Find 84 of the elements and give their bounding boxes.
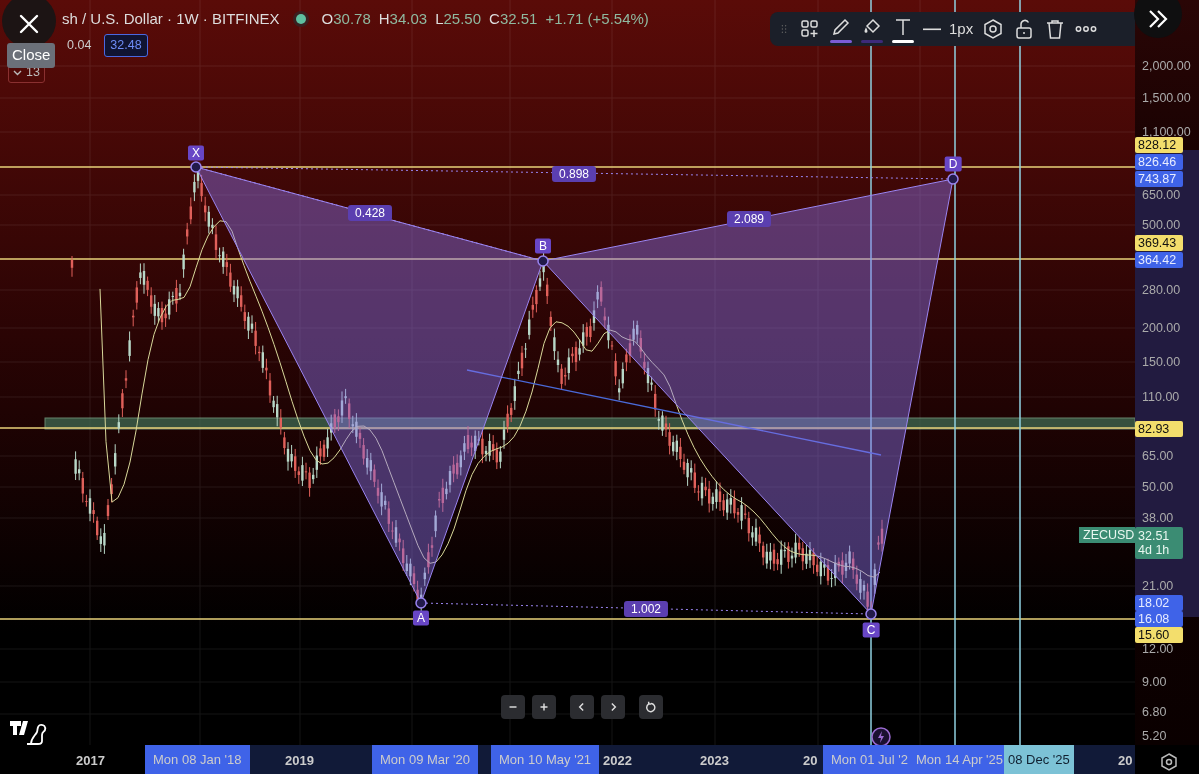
zoom-out-button[interactable]	[501, 695, 525, 719]
settings-icon[interactable]	[1159, 752, 1179, 772]
vertical-line[interactable]	[954, 0, 956, 745]
reset-button[interactable]	[639, 695, 663, 719]
time-tag: Mon 10 May '21	[491, 745, 600, 774]
price-tag: 82.93	[1135, 421, 1183, 437]
price-tag: 32.51 4d 1h	[1135, 527, 1183, 559]
more-icon	[1075, 26, 1098, 32]
ohlc-value: H34.03	[378, 9, 428, 29]
price-tick: 110.00	[1142, 390, 1180, 404]
price-tag: 826.46	[1135, 154, 1183, 170]
settings-icon	[982, 18, 1005, 40]
pattern-point-label: D	[944, 156, 962, 172]
zoom-in-button[interactable]	[532, 695, 556, 719]
pattern-point-label: A	[413, 610, 429, 626]
vertical-line[interactable]	[1019, 0, 1021, 745]
scroll-left-button[interactable]	[570, 695, 594, 719]
price-tick: 12.00	[1142, 642, 1174, 656]
time-tick: 20	[1118, 752, 1133, 770]
line-icon	[923, 27, 941, 31]
spread-value: 0.04	[66, 37, 93, 54]
price-tick: 150.00	[1142, 355, 1181, 369]
settings-button[interactable]	[982, 18, 1005, 40]
templates-button[interactable]	[799, 18, 821, 40]
symbol-title[interactable]: sh / U.S. Dollar · 1W · BITFINEX	[62, 8, 280, 31]
double-chevron-icon	[1147, 9, 1169, 29]
price-tick: 200.00	[1142, 321, 1181, 335]
ratio-label: 1.002	[624, 601, 668, 617]
ohlc-value: L25.50	[435, 9, 482, 29]
price-tick: 5.20	[1142, 729, 1167, 743]
line-width-button[interactable]: 1px	[923, 17, 974, 41]
ratio-label: 0.898	[552, 166, 596, 182]
pattern-point-label: C	[862, 622, 880, 638]
ohlc-value: O30.78	[321, 9, 371, 29]
chevron-icon	[13, 69, 22, 76]
templates-icon	[799, 18, 821, 40]
time-tick: 2017	[76, 752, 105, 770]
time-tick: 2019	[285, 752, 314, 770]
time-tick: 20	[803, 752, 818, 770]
scroll-right-button[interactable]	[601, 695, 625, 719]
price-tick: 2,000.00	[1142, 59, 1191, 73]
price-tick: 6.80	[1142, 705, 1167, 719]
vertical-line[interactable]	[870, 0, 872, 745]
price-tick: 9.00	[1142, 675, 1167, 689]
zone-rectangle[interactable]	[44, 417, 1135, 430]
price-tag: 743.87	[1135, 171, 1183, 187]
price-tag: 369.43	[1135, 235, 1183, 251]
ask-price-box[interactable]: 32.48	[104, 34, 148, 57]
price-tick: 65.00	[1142, 449, 1174, 463]
color-swatch	[830, 39, 852, 43]
price-tick: 280.00	[1142, 283, 1181, 297]
time-tag: Mon 08 Jan '18	[145, 745, 250, 774]
price-tag: 18.02	[1135, 595, 1183, 611]
color-swatch	[861, 39, 883, 43]
price-tag: 16.08	[1135, 611, 1183, 627]
price-tick: 500.00	[1142, 218, 1181, 232]
price-tick: 1,100.00	[1142, 125, 1191, 139]
ohlc-value: C32.51	[489, 9, 538, 29]
time-tick: 2022	[603, 752, 632, 770]
price-tag: 364.42	[1135, 252, 1183, 268]
trend-line[interactable]	[466, 369, 882, 456]
price-axis[interactable]: 2,000.00 1,500.00 1,100.00 650.00 500.00 280.00 200.00 150.00 110.00 65.00 50.00 38.00 21.00 12.00 9.00 6.80 5.20 828.12 826.46 743.87 369.43 364.42 82.93 32.51 4d 1h 18.02 16.08 15.60	[1135, 0, 1199, 745]
reset-icon	[644, 700, 658, 714]
harmonic-pattern-drawing[interactable]	[190, 161, 959, 620]
close-icon	[19, 14, 39, 34]
time-tag: Mon 09 Mar '20	[372, 745, 478, 774]
price-tick: 50.00	[1142, 480, 1174, 494]
price-tick: 1,500.00	[1142, 91, 1191, 105]
price-tag: 828.12	[1135, 137, 1183, 153]
price-tick: 650.00	[1142, 188, 1181, 202]
logo-icon[interactable]	[9, 718, 49, 748]
change-value: +1.71 (+5.54%)	[545, 9, 649, 29]
price-tick: 21.00	[1142, 579, 1174, 593]
price-tag: 15.60	[1135, 627, 1183, 643]
color-swatch	[892, 39, 914, 43]
pattern-point-label: B	[535, 238, 551, 254]
ratio-label: 2.089	[727, 211, 771, 227]
price-tick: 38.00	[1142, 511, 1174, 525]
more-button[interactable]	[1075, 26, 1098, 32]
close-tooltip: Close	[7, 43, 56, 68]
time-tick: 2023	[700, 752, 729, 770]
time-tag: 08 Dec '25	[1004, 745, 1074, 774]
ratio-label: 0.428	[348, 205, 392, 221]
pattern-point-label: X	[188, 145, 204, 161]
